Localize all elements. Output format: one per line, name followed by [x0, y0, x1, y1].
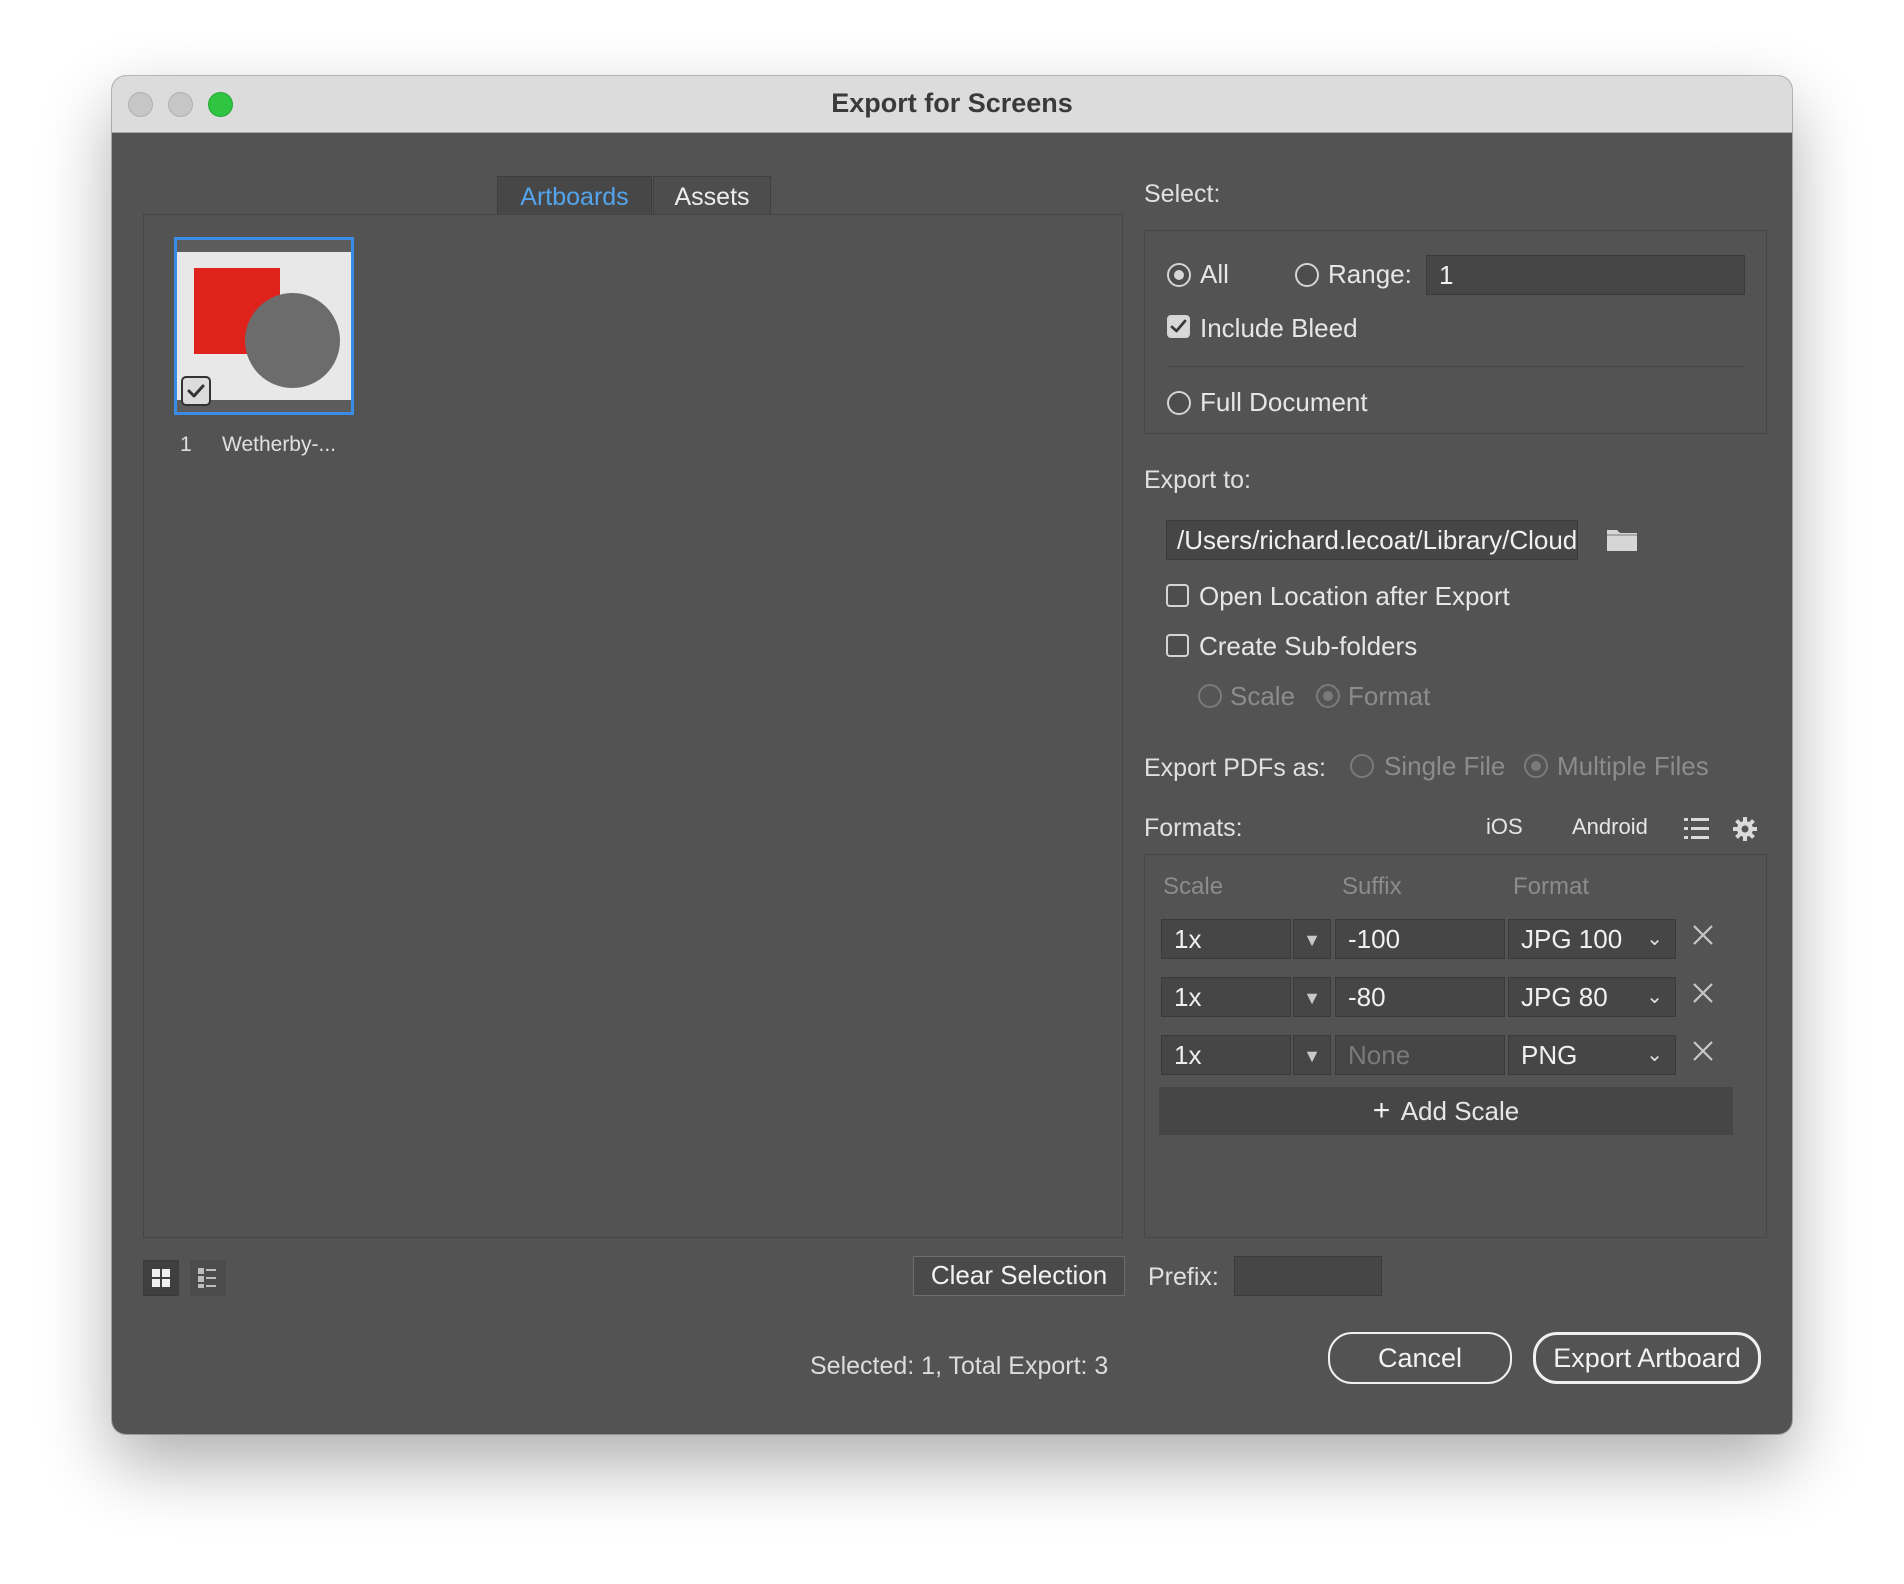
format-select-value: PNG	[1521, 1040, 1578, 1070]
format-select[interactable]: PNG ⌄	[1508, 1035, 1676, 1075]
full-document-label: Full Document	[1200, 387, 1368, 417]
format-select-value: JPG 100	[1521, 924, 1623, 954]
chevron-down-icon: ⌄	[1646, 1044, 1663, 1066]
grid-view-icon	[152, 1269, 170, 1287]
chevron-down-icon: ⌄	[1646, 986, 1663, 1008]
include-bleed-checkbox[interactable]	[1167, 315, 1190, 338]
artboard-list-panel: 1 Wetherby-...	[143, 214, 1123, 1238]
checkmark-icon	[1170, 319, 1187, 333]
range-input[interactable]: 1	[1426, 255, 1745, 295]
subfolder-format-label: Format	[1348, 681, 1431, 711]
suffix-input[interactable]: -100	[1335, 919, 1505, 959]
ios-preset-button[interactable]: iOS	[1486, 814, 1523, 840]
add-scale-label: Add Scale	[1400, 1096, 1520, 1126]
window-title: Export for Screens	[831, 88, 1073, 118]
subfolder-scale-radio[interactable]	[1198, 684, 1222, 708]
export-to-label: Export to:	[1144, 466, 1251, 494]
pdf-single-file-label: Single File	[1384, 751, 1506, 781]
folder-icon	[1607, 530, 1637, 551]
title-bar: Export for Screens	[112, 76, 1792, 133]
formats-label: Formats:	[1144, 814, 1243, 842]
suffix-input[interactable]: None	[1335, 1035, 1505, 1075]
prefix-label: Prefix:	[1148, 1263, 1219, 1291]
artboard-number: 1	[180, 433, 192, 456]
select-panel: All Range: 1 Include Bleed Full Document	[1144, 230, 1767, 434]
artboard-thumbnail[interactable]	[174, 237, 354, 415]
pdf-multiple-files-radio[interactable]	[1524, 754, 1548, 778]
close-icon	[1693, 983, 1713, 1003]
create-subfolders-checkbox[interactable]	[1166, 634, 1189, 657]
scale-dropdown-button[interactable]: ▼	[1293, 1035, 1331, 1075]
tab-assets[interactable]: Assets	[653, 176, 771, 216]
subfolder-scale-label: Scale	[1230, 681, 1296, 711]
list-view-icon	[198, 1268, 216, 1288]
export-for-screens-window: Export for Screens Artboards Assets 1 We…	[112, 76, 1792, 1434]
select-divider	[1167, 366, 1745, 367]
format-select[interactable]: JPG 100 ⌄	[1508, 919, 1676, 959]
include-bleed-label: Include Bleed	[1200, 313, 1358, 343]
column-header-scale: Scale	[1163, 873, 1224, 900]
scale-input[interactable]: 1x	[1161, 919, 1291, 959]
suffix-input[interactable]: -80	[1335, 977, 1505, 1017]
status-text: Selected: 1, Total Export: 3	[810, 1352, 1109, 1380]
remove-row-button[interactable]	[1691, 981, 1715, 1011]
artboard-bleed-top	[177, 240, 351, 252]
create-subfolders-label: Create Sub-folders	[1199, 631, 1418, 661]
subfolder-format-radio[interactable]	[1316, 684, 1340, 708]
radio-full-document[interactable]	[1167, 391, 1191, 415]
pdf-multiple-files-label: Multiple Files	[1557, 751, 1709, 781]
remove-row-button[interactable]	[1691, 1039, 1715, 1069]
artboard-checkbox[interactable]	[181, 376, 211, 406]
prefix-input[interactable]	[1234, 1256, 1382, 1296]
cancel-button[interactable]: Cancel	[1328, 1332, 1512, 1384]
android-preset-button[interactable]: Android	[1572, 814, 1648, 840]
artboard-name[interactable]: Wetherby-...	[222, 433, 336, 457]
export-path-input[interactable]: /Users/richard.lecoat/Library/CloudStora	[1166, 520, 1578, 560]
list-icon	[1684, 818, 1709, 839]
close-icon	[1693, 1041, 1713, 1061]
scale-dropdown-button[interactable]: ▼	[1293, 919, 1331, 959]
list-view-button[interactable]	[190, 1260, 226, 1296]
column-header-format: Format	[1513, 873, 1590, 900]
radio-all-label: All	[1200, 259, 1229, 289]
select-label: Select:	[1144, 180, 1221, 208]
scale-input[interactable]: 1x	[1161, 1035, 1291, 1075]
remove-row-button[interactable]	[1691, 923, 1715, 953]
scale-input[interactable]: 1x	[1161, 977, 1291, 1017]
grid-view-button[interactable]	[143, 1260, 179, 1296]
clear-selection-button[interactable]: Clear Selection	[913, 1256, 1125, 1296]
radio-range-label: Range:	[1328, 259, 1412, 289]
open-location-label: Open Location after Export	[1199, 581, 1510, 611]
tab-artboards[interactable]: Artboards	[497, 176, 652, 216]
list-button[interactable]	[1682, 814, 1712, 849]
column-header-suffix: Suffix	[1342, 873, 1402, 900]
export-pdfs-label: Export PDFs as:	[1144, 754, 1326, 782]
checkmark-icon	[187, 384, 205, 398]
format-select[interactable]: JPG 80 ⌄	[1508, 977, 1676, 1017]
radio-range[interactable]	[1295, 263, 1319, 287]
folder-button[interactable]	[1604, 522, 1640, 561]
gear-icon	[1733, 817, 1757, 841]
close-icon	[1693, 925, 1713, 945]
pdf-single-file-radio[interactable]	[1350, 754, 1374, 778]
formats-panel: Scale Suffix Format 1x ▼ -100 JPG 100 ⌄ …	[1144, 854, 1767, 1238]
add-scale-button[interactable]: + Add Scale	[1159, 1087, 1733, 1135]
open-location-checkbox[interactable]	[1166, 584, 1189, 607]
format-select-value: JPG 80	[1521, 982, 1608, 1012]
radio-all[interactable]	[1167, 263, 1191, 287]
export-artboard-button[interactable]: Export Artboard	[1533, 1332, 1761, 1384]
plus-icon: +	[1372, 1094, 1391, 1127]
settings-button[interactable]	[1732, 816, 1758, 847]
scale-dropdown-button[interactable]: ▼	[1293, 977, 1331, 1017]
chevron-down-icon: ⌄	[1646, 928, 1663, 950]
gray-circle-shape	[245, 293, 340, 388]
